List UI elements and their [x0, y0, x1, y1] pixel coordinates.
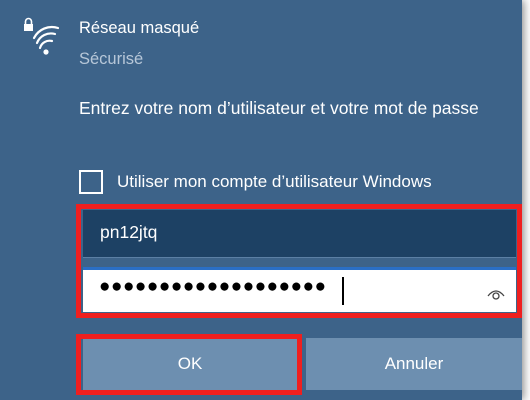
use-windows-account-option[interactable]: Utiliser mon compte d’utilisateur Window… — [79, 167, 432, 197]
wifi-secured-icon — [24, 17, 60, 55]
credentials-prompt: Entrez votre nom d’utilisateur et votre … — [79, 98, 479, 118]
password-field[interactable]: ●●●●●●●●●●●●●●●●●●● — [83, 267, 516, 312]
screenshot-frame: Réseau masqué Sécurisé Entrez votre nom … — [0, 0, 530, 400]
password-value[interactable]: ●●●●●●●●●●●●●●●●●●● — [99, 276, 327, 298]
use-windows-account-label[interactable]: Utiliser mon compte d’utilisateur Window… — [117, 172, 432, 192]
network-status: Sécurisé — [79, 50, 144, 68]
network-connect-panel: Réseau masqué Sécurisé Entrez votre nom … — [0, 0, 522, 400]
network-name: Réseau masqué — [79, 19, 200, 37]
eye-icon[interactable] — [487, 287, 505, 301]
ok-button[interactable]: OK — [83, 338, 297, 390]
use-windows-account-checkbox[interactable] — [79, 170, 103, 194]
text-caret — [342, 277, 344, 305]
cancel-button[interactable]: Annuler — [306, 338, 522, 390]
username-value[interactable]: pn12jtq — [100, 222, 157, 243]
username-field[interactable]: pn12jtq — [83, 210, 516, 258]
